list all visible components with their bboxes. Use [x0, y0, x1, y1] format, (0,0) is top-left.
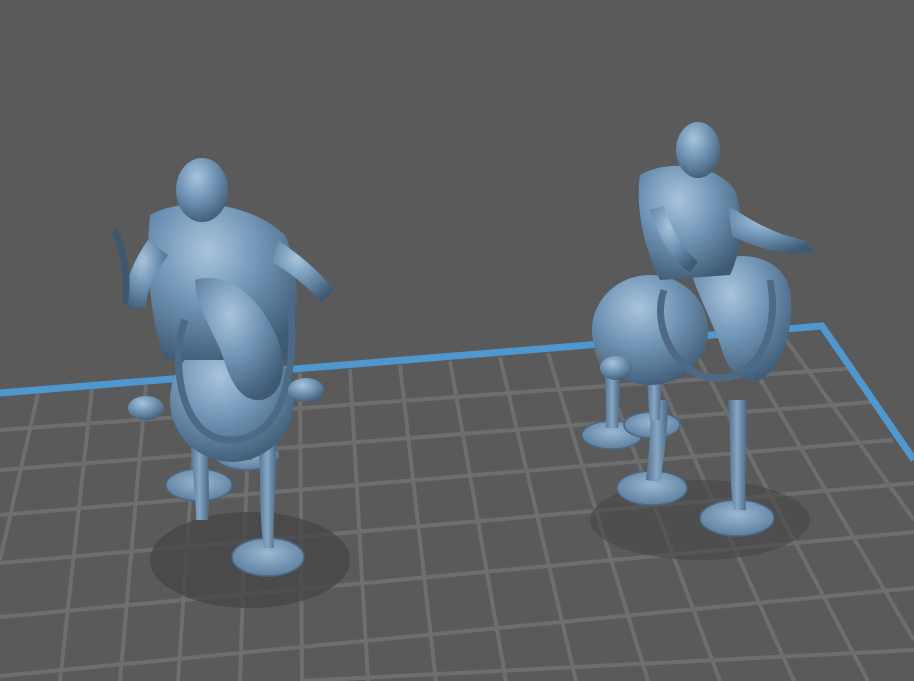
rider-head — [676, 122, 720, 178]
rider-boot — [128, 396, 164, 420]
rider-boot — [288, 378, 324, 402]
3d-viewport[interactable] — [0, 0, 914, 681]
rider-head — [176, 158, 228, 222]
scene-canvas[interactable] — [0, 0, 914, 681]
rider-boot — [600, 356, 632, 380]
